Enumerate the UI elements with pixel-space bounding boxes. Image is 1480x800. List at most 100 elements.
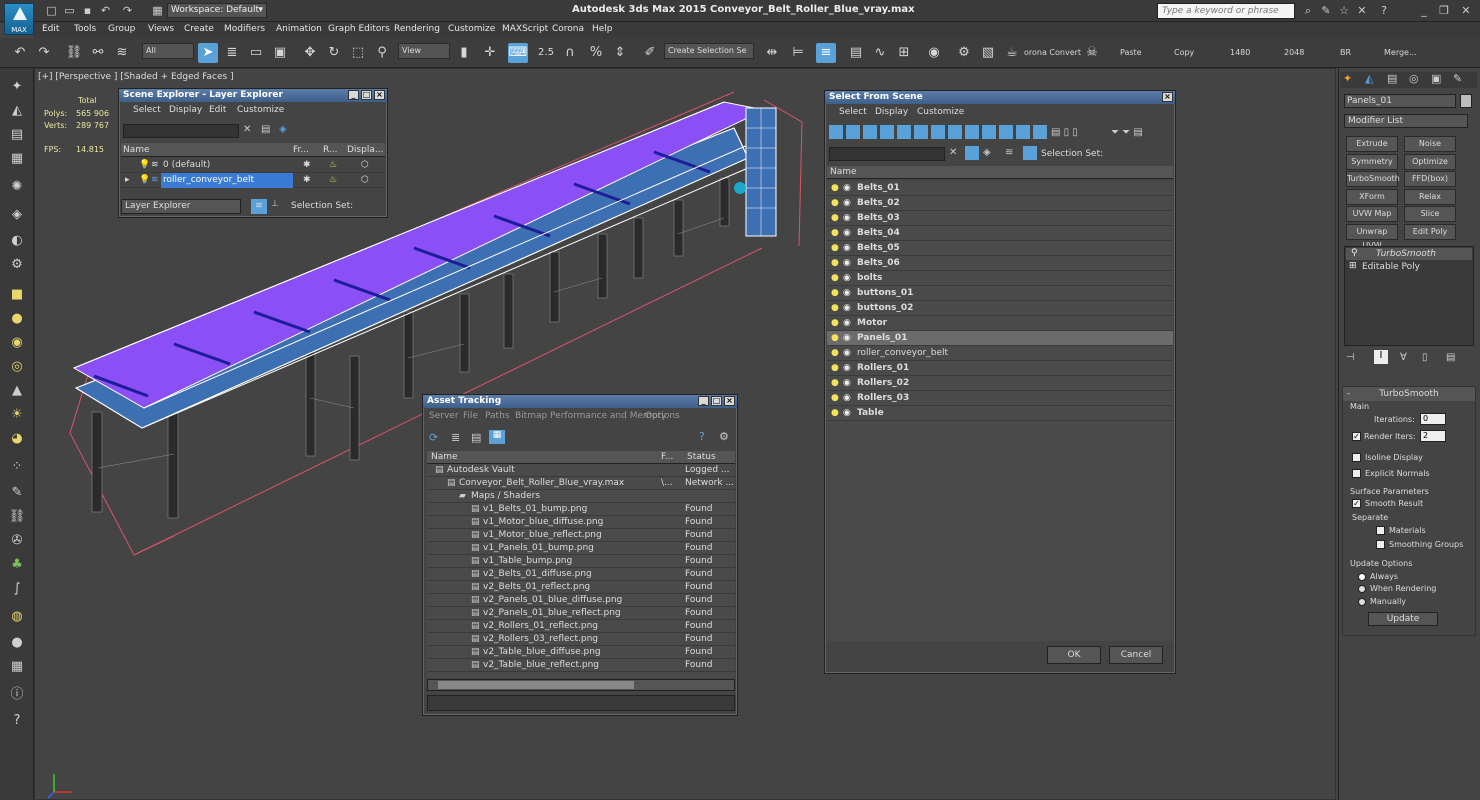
modifier-button-ffd-box-[interactable]: FFD(box) bbox=[1404, 171, 1456, 187]
menu-group[interactable]: Group bbox=[108, 24, 135, 34]
app-logo-button[interactable]: MAX bbox=[4, 3, 34, 35]
expand-icon[interactable]: ⊞ bbox=[1349, 261, 1357, 271]
render-icon[interactable]: ♨ bbox=[329, 158, 337, 173]
menu-server[interactable]: Server bbox=[429, 411, 459, 421]
help-icon[interactable]: ? bbox=[8, 712, 26, 730]
render-iters-spinner[interactable]: 2 bbox=[1420, 430, 1446, 442]
modifier-button-slice[interactable]: Slice bbox=[1404, 206, 1456, 222]
menu-graph-editors[interactable]: Graph Editors bbox=[328, 24, 390, 34]
bulb-icon[interactable]: ● bbox=[831, 406, 839, 421]
motion-tab-icon[interactable]: ◎ bbox=[1409, 72, 1419, 85]
hierarchy-icon[interactable] bbox=[1023, 146, 1037, 160]
keyboard-shortcut-override-icon[interactable]: ⌨ bbox=[508, 43, 528, 63]
scale-icon[interactable]: ⬚ bbox=[348, 43, 368, 63]
scene-explorer-icon[interactable]: ▤ bbox=[846, 43, 866, 63]
hierarchy-icon[interactable]: ⊥ bbox=[271, 199, 279, 209]
col-freeze[interactable]: Fr... bbox=[293, 145, 309, 155]
menu-customize[interactable]: Customize bbox=[448, 24, 495, 34]
new-file-icon[interactable]: □ bbox=[44, 4, 59, 18]
clear-icon[interactable]: ✕ bbox=[949, 147, 957, 158]
asset-row[interactable]: ▤ v2_Panels_01_blue_diffuse.png Found bbox=[427, 594, 735, 607]
modifier-list-dropdown[interactable]: Modifier List bbox=[1344, 114, 1468, 128]
render-setup-icon[interactable]: ⚙ bbox=[954, 43, 974, 63]
menu-bitmap-performance[interactable]: Bitmap Performance and Memory bbox=[515, 411, 666, 421]
layer-explorer-dropdown[interactable]: Layer Explorer bbox=[121, 199, 241, 214]
link-icon[interactable]: ⛓ bbox=[8, 508, 26, 526]
paint-icon[interactable]: ✎ bbox=[8, 484, 26, 502]
edit-named-selection-icon[interactable]: ✐ bbox=[640, 43, 660, 63]
bulb-icon[interactable]: 💡 bbox=[139, 158, 150, 173]
menu-display[interactable]: Display bbox=[875, 107, 908, 117]
unlink-icon[interactable]: ⚯ bbox=[88, 43, 108, 63]
menu-help[interactable]: Help bbox=[592, 24, 613, 34]
smoothing-groups-checkbox[interactable] bbox=[1376, 540, 1385, 549]
col-name[interactable]: Name bbox=[123, 145, 150, 155]
hdri-icon[interactable]: ◍ bbox=[8, 608, 26, 626]
scene-object-row[interactable]: ● ◉ Belts_01 bbox=[827, 181, 1173, 196]
curve-editor-icon[interactable]: ∿ bbox=[870, 43, 890, 63]
bulb-icon[interactable]: ● bbox=[831, 256, 839, 271]
workspace-dropdown[interactable]: Workspace: Default bbox=[167, 3, 267, 18]
asset-row[interactable]: ▤ v1_Motor_blue_diffuse.png Found bbox=[427, 516, 735, 529]
rectangular-selection-icon[interactable]: ▭ bbox=[246, 43, 266, 63]
modifier-button-turbosmooth[interactable]: TurboSmooth bbox=[1346, 171, 1400, 187]
hierarchy-icon[interactable]: ▤ bbox=[8, 126, 26, 144]
remove-modifier-icon[interactable]: ▯ bbox=[1422, 352, 1428, 363]
bones-filter-icon[interactable] bbox=[965, 125, 979, 139]
mirror-icon[interactable]: ⇹ bbox=[762, 43, 782, 63]
lights-filter-icon[interactable] bbox=[863, 125, 877, 139]
box-icon[interactable]: ■ bbox=[8, 286, 26, 304]
asset-row[interactable]: ▤ v2_Rollers_03_reflect.png Found bbox=[427, 633, 735, 646]
modifier-button-extrude[interactable]: Extrude bbox=[1346, 136, 1398, 152]
place-icon[interactable]: ⚲ bbox=[372, 43, 392, 63]
asset-row[interactable]: ▤ v1_Table_bump.png Found bbox=[427, 555, 735, 568]
col-status[interactable]: Status bbox=[687, 452, 716, 462]
sphere-icon[interactable]: ● bbox=[8, 310, 26, 328]
scene-object-row[interactable]: ● ◉ Rollers_01 bbox=[827, 361, 1173, 376]
layers-icon[interactable]: ≋ bbox=[1005, 147, 1013, 158]
layer-row-roller-conveyor-belt[interactable]: ▸ 💡 ≋ roller_conveyor_belt ✱ ♨ ⬡ bbox=[121, 173, 385, 188]
bulb-icon[interactable]: ● bbox=[831, 241, 839, 256]
modifier-button-noise[interactable]: Noise bbox=[1404, 136, 1456, 152]
modifier-button-uvw-map[interactable]: UVW Map bbox=[1346, 206, 1398, 222]
scene-object-row[interactable]: ● ◉ buttons_02 bbox=[827, 301, 1173, 316]
undo-icon[interactable]: ↶ bbox=[98, 4, 113, 18]
tree-icon[interactable]: ▤ bbox=[471, 431, 481, 444]
modify-icon[interactable]: ◭ bbox=[8, 102, 26, 120]
update-button[interactable]: Update bbox=[1368, 612, 1438, 626]
add-layer-icon[interactable]: ▤ bbox=[261, 124, 270, 135]
create-icon[interactable]: ✦ bbox=[8, 78, 26, 96]
freeze-icon[interactable]: ✱ bbox=[303, 173, 311, 188]
sun-icon[interactable]: ☀ bbox=[8, 406, 26, 424]
spacewarps-filter-icon[interactable] bbox=[914, 125, 928, 139]
scene-object-row[interactable]: ● ◉ bolts bbox=[827, 271, 1173, 286]
create-tab-icon[interactable]: ✦ bbox=[1343, 72, 1352, 85]
col-render[interactable]: R... bbox=[323, 145, 338, 155]
iterations-spinner[interactable]: 0 bbox=[1420, 413, 1446, 425]
link-icon[interactable]: ⛓ bbox=[64, 43, 84, 63]
asset-row[interactable]: ▤ Conveyor_Belt_Roller_Blue_vray.max \... N… bbox=[427, 477, 735, 490]
none-filter-icon[interactable]: ▤ ▯ ▯ bbox=[1051, 127, 1078, 138]
collapse-icon[interactable]: - bbox=[1347, 389, 1350, 399]
bulb-icon[interactable]: ● bbox=[831, 286, 839, 301]
help-icon[interactable]: ? bbox=[1376, 3, 1392, 18]
bulb-icon[interactable]: ● bbox=[831, 226, 839, 241]
rollout-title[interactable]: TurboSmooth bbox=[1343, 387, 1475, 401]
menu-maxscript[interactable]: MAXScript bbox=[502, 24, 548, 34]
scene-explorer-title[interactable]: Scene Explorer - Layer Explorer _ □ × bbox=[119, 89, 387, 102]
percent-snap-icon[interactable]: % bbox=[586, 43, 606, 63]
geometry-filter-icon[interactable] bbox=[829, 125, 843, 139]
skull-icon[interactable]: ☠ bbox=[1082, 43, 1102, 63]
cancel-button[interactable]: Cancel bbox=[1109, 646, 1163, 664]
cameras-filter-icon[interactable] bbox=[880, 125, 894, 139]
select-manipulate-icon[interactable]: ✛ bbox=[480, 43, 500, 63]
hidden-filter-icon[interactable] bbox=[1016, 125, 1030, 139]
render-iters-checkbox[interactable]: ✓ bbox=[1352, 432, 1361, 441]
modifier-button-symmetry[interactable]: Symmetry bbox=[1346, 153, 1398, 170]
bulb-icon[interactable]: ● bbox=[831, 361, 839, 376]
menu-customize[interactable]: Customize bbox=[237, 105, 284, 115]
restore-icon[interactable]: ❐ bbox=[1436, 3, 1452, 18]
minimize-icon[interactable]: _ bbox=[698, 396, 709, 406]
particle-icon[interactable]: ⁘ bbox=[8, 458, 26, 476]
maximize-icon[interactable]: □ bbox=[361, 90, 372, 100]
